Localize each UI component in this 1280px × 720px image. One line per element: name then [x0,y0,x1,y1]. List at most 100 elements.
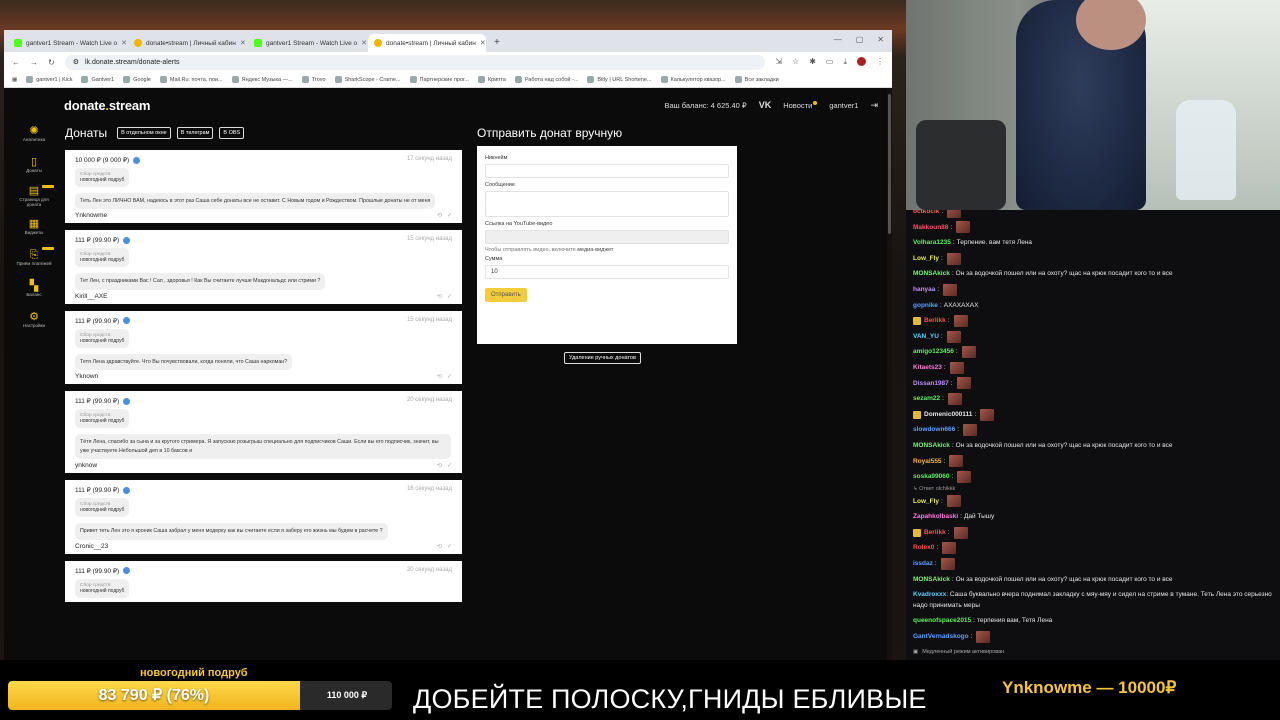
sidebar-item[interactable]: ▯ Донаты [14,149,54,180]
chat-username[interactable]: Royal555 [913,454,942,470]
skip-icon[interactable]: ✓ [447,293,452,300]
telegram-button[interactable]: В телеграм [176,127,214,139]
chat-username[interactable]: Kitaets23 [913,360,942,376]
menu-icon[interactable]: ⋮ [876,57,884,67]
url-field[interactable]: ⚙ lk.donate.stream/donate-alerts [64,54,766,70]
youtube-input[interactable] [485,230,729,244]
install-icon[interactable]: ⇲ [775,57,782,67]
chat-username[interactable]: queenofspace2015 [913,613,971,629]
bookmark-item[interactable]: Яндекс Музыка —... [231,76,293,83]
chat-username[interactable]: MONSAkick [913,572,950,588]
sidebar-item[interactable]: ▤ Страница для доната [14,180,54,211]
news-link[interactable]: Новости [783,100,818,110]
delete-manual-donations-button[interactable]: Удаление ручных донатов [564,352,641,364]
bookmark-item[interactable]: Работа над собой -... [514,76,578,83]
maximize-icon[interactable]: ▢ [856,35,864,44]
chat-username[interactable]: hanyaa [913,282,935,298]
chat-username[interactable]: sezam22 [913,391,940,407]
bookmark-label: Google [133,76,151,83]
chat-username[interactable]: Volhara1235 [913,235,951,251]
bookmark-item[interactable]: Партнерские прог... [409,76,469,83]
browser-tab[interactable]: donate•stream | Личный кабин ✕ [368,34,486,52]
site-logo[interactable]: donate.stream [64,98,150,113]
chat-username[interactable]: Low_Fly [913,494,939,510]
tab-close-icon[interactable]: ✕ [480,39,486,47]
sidebar-item[interactable]: ▦ Виджеты [14,211,54,242]
bookmark-item[interactable]: Gantver1 [81,76,114,83]
bookmark-item[interactable]: Mail.Ru: почта, пои... [159,76,223,83]
bookmark-item[interactable]: gantver1 | Kick [26,76,72,83]
browser-tab[interactable]: gantver1 Stream - Watch Live o ✕ [248,34,366,52]
reload-icon[interactable]: ↻ [48,58,55,67]
chat-username[interactable]: MONSAkick [913,266,950,282]
chat-username[interactable]: MONSAkick [913,438,950,454]
new-tab-button[interactable]: + [488,34,506,52]
send-button[interactable]: Отправить [485,288,527,302]
skip-icon[interactable]: ✓ [447,543,452,550]
browser-tab[interactable]: gantver1 Stream - Watch Live o ✕ [8,34,126,52]
tab-close-icon[interactable]: ✕ [121,39,126,47]
bookmark-item[interactable]: Крипта [477,76,506,83]
obs-button[interactable]: В OBS [219,127,245,139]
forward-icon[interactable]: → [30,58,38,67]
scrollbar-thumb[interactable] [888,94,891,234]
replay-icon[interactable]: ⟲ [437,293,442,300]
minimize-icon[interactable]: — [834,35,842,44]
chat-username[interactable]: Rolex0 [913,540,934,556]
tab-close-icon[interactable]: ✕ [361,39,366,47]
sidebar-item[interactable]: ✺ Аналитика [14,118,54,149]
bookmark-item[interactable]: Калькулятор квазор... [660,76,726,83]
chat-username[interactable]: Low_Fly [913,251,939,267]
bookmark-item[interactable]: Trovo [301,76,326,83]
bookmark-item[interactable]: SharkScope - Crame... [334,76,401,83]
chat-username[interactable]: slowdown666 [913,422,955,438]
sidebar-item[interactable]: ⎘ Приём платежей [14,242,54,273]
replay-icon[interactable]: ⟲ [437,212,442,219]
user-name[interactable]: gantver1 [829,101,858,110]
replay-icon[interactable]: ⟲ [437,462,442,469]
close-window-icon[interactable]: ✕ [877,35,884,44]
profile-avatar[interactable] [857,57,866,66]
chat-username[interactable]: Makkoun88 [913,220,948,236]
extensions-icon[interactable]: ✱ [809,57,816,67]
skip-icon[interactable]: ✓ [447,373,452,380]
replay-icon[interactable]: ⟲ [437,373,442,380]
bookmark-star-icon[interactable]: ☆ [792,57,799,67]
browser-tab[interactable]: donate•stream | Личный кабин ✕ [128,34,246,52]
site-info-icon[interactable]: ⚙ [73,58,79,66]
sidebar-item[interactable]: ⚙ Настройки [14,304,54,335]
bookmark-item[interactable]: Все закладки [734,76,779,83]
chat-username[interactable]: Domenic000111 [924,407,972,423]
chat-username[interactable]: Dissan1987 [913,376,949,392]
skip-icon[interactable]: ✓ [447,212,452,219]
chat-username[interactable]: GantVernadskogo [913,629,969,645]
chat-username[interactable]: VAN_YU [913,329,939,345]
sidebar-item[interactable]: ▚ Баланс [14,273,54,304]
message-input[interactable] [485,191,729,217]
bookmark-item[interactable]: Bitly | URL Shortene... [587,76,652,83]
sidepanel-icon[interactable]: ▭ [826,57,834,67]
download-icon[interactable]: ⤓ [843,57,847,67]
chat-username[interactable]: octkocik [913,210,939,220]
page-scrollbar[interactable] [887,88,892,660]
chat-username[interactable]: issdaz [913,556,933,572]
open-window-button[interactable]: В отдельном окне [117,127,171,139]
chat-username[interactable]: amigo123456 [913,344,954,360]
chat-username[interactable]: Kvadroxxx [913,591,946,598]
replay-icon[interactable]: ⟲ [437,543,442,550]
skip-icon[interactable]: ✓ [447,462,452,469]
chat-username[interactable]: Berlikk [924,313,946,329]
chat-username[interactable]: Berlikk [924,525,946,541]
chat-username[interactable]: soska99060 [913,469,950,485]
bookmark-item[interactable]: Google [123,76,151,83]
back-icon[interactable]: ← [12,58,20,67]
media-widget-link[interactable]: медиа-виджет [577,247,613,253]
nickname-input[interactable] [485,164,729,178]
vk-icon[interactable]: VK [759,100,772,110]
chat-username[interactable]: gopnike [913,298,938,314]
tab-close-icon[interactable]: ✕ [240,39,246,47]
amount-input[interactable]: 10 [485,265,729,279]
logout-icon[interactable]: ⇥ [870,100,878,111]
chat-username[interactable]: Zapahkolbaski [913,509,958,525]
apps-icon[interactable]: ▦ [12,77,17,83]
